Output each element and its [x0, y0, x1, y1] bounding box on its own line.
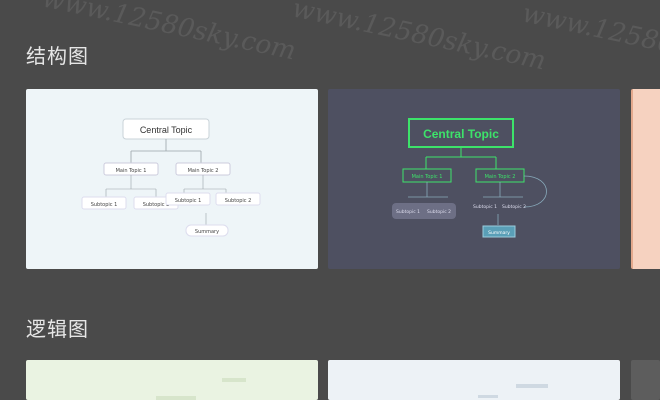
central-topic-label: Central Topic: [423, 127, 499, 141]
mindmap-preview: Central Topic Main Topic 1 Main Topic 2 …: [81, 118, 261, 237]
mindmap-preview: [478, 384, 548, 398]
main-topic-label: Main Topic 1: [116, 168, 147, 174]
subtopic-label: Subtopic 1: [175, 198, 202, 204]
summary-label: Summary: [488, 230, 510, 236]
subtopic-label: Subtopic 2: [143, 202, 170, 208]
subtopic-label: Subtopic 2: [225, 198, 252, 204]
main-topic-label: Main Topic 2: [485, 174, 516, 180]
central-topic-label: Central Topic: [140, 125, 193, 135]
subtopic-label: Subtopic 2: [427, 209, 451, 215]
main-topic-label: Main Topic 1: [412, 174, 443, 180]
subtopic-label: Subtopic 1: [91, 202, 118, 208]
mindmap-preview: [156, 378, 246, 400]
mindmap-preview: Central Topic Main Topic 1 Main Topic 2 …: [392, 118, 547, 238]
template-card-structure-light[interactable]: Central Topic Main Topic 1 Main Topic 2 …: [26, 89, 318, 269]
subtopic-label: Subtopic 1: [473, 204, 497, 210]
watermark-text: www.12580sky.com: [289, 0, 549, 77]
template-card-logic-dark[interactable]: [631, 360, 660, 400]
summary-label: Summary: [195, 229, 219, 235]
subtopic-label: Subtopic 1: [396, 209, 420, 215]
main-topic-label: Main Topic 2: [188, 168, 219, 174]
template-card-logic-green[interactable]: [26, 360, 318, 400]
template-card-logic-light[interactable]: [328, 360, 620, 400]
template-card-structure-peach[interactable]: [631, 89, 660, 269]
template-card-structure-dark[interactable]: Central Topic Main Topic 1 Main Topic 2 …: [328, 89, 620, 269]
watermark-text: www.12580sky.com: [519, 0, 660, 82]
section-title-structure: 结构图: [26, 44, 89, 68]
subtopic-label: Subtopic 2: [502, 204, 526, 210]
section-title-logic: 逻辑图: [26, 317, 89, 341]
